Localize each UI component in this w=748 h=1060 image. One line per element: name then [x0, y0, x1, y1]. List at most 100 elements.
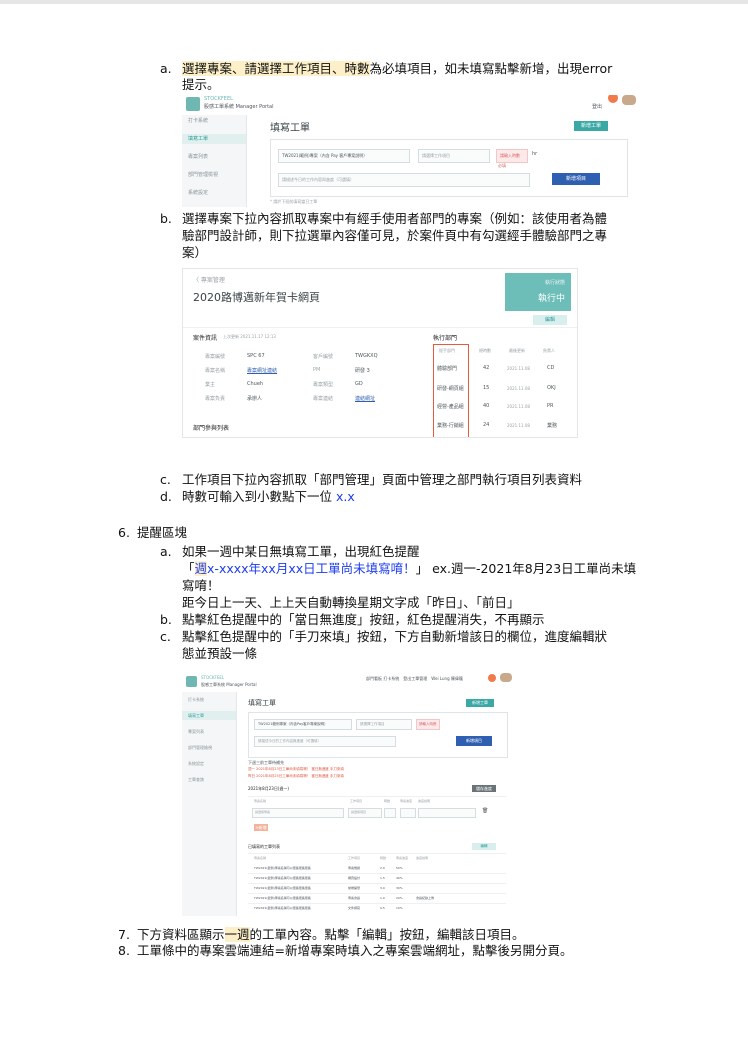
- list-header: 工作項目: [348, 856, 361, 860]
- sidebar-item-punch[interactable]: 打卡系統: [188, 696, 204, 704]
- sidebar-item-settings[interactable]: 系統設定: [188, 760, 204, 768]
- add-row-chip[interactable]: +新增: [254, 824, 268, 831]
- info-label: 業主: [205, 382, 216, 388]
- list-header: 進度說明: [416, 856, 429, 860]
- sidebar-item-fill[interactable]: 填寫工單: [188, 135, 208, 143]
- s6a-marker: a.: [160, 544, 172, 559]
- brand-en: STOCKFEEL: [204, 96, 233, 102]
- table-cell: 2.0: [380, 866, 385, 870]
- back-link[interactable]: 〈 專案管理: [193, 275, 225, 284]
- exec-dept: 研發-網頁組: [437, 386, 464, 392]
- date-title: 2021年8月23日(週一): [248, 786, 289, 791]
- form-header: 時數: [384, 799, 391, 803]
- item-c-marker: c.: [160, 472, 171, 487]
- table-cell: TW2021(範例)專案名稱可以很長很長很長: [254, 876, 311, 880]
- s6c-line2: 態並預設一條: [182, 646, 258, 661]
- section6-title: 提醒區塊: [137, 525, 188, 540]
- sidebar-item-fill[interactable]: 填寫工單: [188, 712, 204, 720]
- list-edit-button[interactable]: 編輯: [472, 843, 496, 850]
- top-links[interactable]: 部門看板 打卡系統 登出工單管理 Wei Lung 陳偉龍: [366, 676, 463, 682]
- exec-header: 最後更新: [509, 348, 525, 353]
- exec-date: 2021.11.08: [507, 386, 530, 391]
- reminder-title: 下週三前工單待補充: [248, 760, 284, 765]
- reminder-2[interactable]: 昨日 2021年8月25日工單尚未填寫唷！ 當日無進度 手刀來填: [248, 774, 344, 779]
- table-cell: 40%: [396, 876, 403, 880]
- form-project-select[interactable]: 請選擇專案: [252, 808, 344, 818]
- form-note-input[interactable]: [418, 808, 476, 818]
- exec-dept: 體驗部門: [437, 366, 458, 372]
- table-cell: TW2021(範例)專案名稱可以很長很長很長: [254, 886, 311, 890]
- table-cell: 專案會議: [348, 896, 361, 900]
- new-order-button[interactable]: 新增工單: [574, 121, 608, 131]
- item8-marker: 8.: [118, 943, 130, 958]
- exec-hours: 24: [483, 422, 490, 428]
- project-select[interactable]: TW2021(範例)專案（內含 Pay 客戶專案說明）: [278, 149, 410, 163]
- item-b-line2: 驗部門設計師，則下拉選單內容僅可見，於案件頁中有勾選經手體驗部門之專: [182, 228, 608, 243]
- exec-header: 總時數: [479, 348, 491, 353]
- table-cell: TW2021(範例)專案名稱可以很長很長很長: [254, 906, 311, 910]
- reminder-1[interactable]: 週一 2021年8月23日工單尚未填寫唷！ 當日無進度 手刀來填: [248, 767, 344, 772]
- info-link[interactable]: 專案網址連結: [247, 367, 277, 374]
- avatar[interactable]: [608, 95, 618, 103]
- error-hint: 必填: [498, 163, 506, 168]
- exec-person: CD: [547, 365, 555, 371]
- sidebar-item-dept[interactable]: 部門管理檢視: [188, 171, 218, 179]
- hours-input[interactable]: 請輸入時數: [496, 149, 528, 163]
- item7-text: 下方資料區顯示一週的工單內容。點擊「編輯」按鈕，編輯該日項目。: [137, 927, 525, 942]
- item-d-marker: d.: [160, 489, 172, 504]
- sidebar-item-dept[interactable]: 部門管理檢視: [188, 744, 212, 752]
- bottom-title: 部門參與列表: [193, 425, 230, 432]
- save-progress-button[interactable]: 儲存進度: [472, 785, 496, 792]
- sidebar-item-query[interactable]: 工單查詢: [188, 776, 204, 784]
- logout-link[interactable]: 登出: [592, 103, 602, 110]
- sidebar-item-settings[interactable]: 系統設定: [188, 189, 208, 197]
- item-a-marker: a.: [160, 61, 172, 76]
- form-progress-input[interactable]: [400, 808, 416, 818]
- item-a-line2: 提示。: [182, 77, 220, 92]
- hours-input[interactable]: 請輸入時數: [416, 719, 440, 730]
- exec-person: PR: [547, 403, 554, 409]
- submit-button[interactable]: 新增項目: [552, 173, 600, 185]
- table-cell: 10%: [396, 906, 403, 910]
- note-input[interactable]: 請描述今日的工作內容與進度（可選填）: [254, 736, 396, 747]
- sidebar-item-punch[interactable]: 打卡系統: [188, 117, 208, 125]
- exec-date: 2021.11.08: [507, 366, 530, 371]
- sidebar-item-projects[interactable]: 專案列表: [188, 153, 208, 161]
- brand-en: STOCKFEEL: [201, 675, 225, 680]
- sidebar-item-projects[interactable]: 專案列表: [188, 728, 204, 736]
- info-value: GD: [355, 381, 363, 387]
- list-header: 專案進度: [396, 856, 409, 860]
- s6c-marker: c.: [160, 629, 171, 644]
- mascot-icon: [622, 95, 636, 105]
- info-label: 專案名稱: [205, 368, 226, 374]
- note-input[interactable]: 請描述今日的工作內容與進度（可選填）: [278, 173, 530, 187]
- brand-cn: 股感工單系統 Manager Portal: [201, 682, 257, 687]
- item-a-rest: 為必填項目，如未填寫點擊新增，出現error: [369, 61, 613, 76]
- form-hours-input[interactable]: [384, 808, 396, 818]
- screenshot-fill-form: STOCKFEEL 股感工單系統 Manager Portal 登出 打卡系統 …: [182, 95, 660, 207]
- info-label: 專案連結: [313, 396, 334, 402]
- s6a-line4: 距今日上一天、上上天自動轉換星期文字成「昨日」、「前日」: [182, 595, 520, 610]
- project-select[interactable]: TW2021範例專案（內含Pay客戶專案說明）: [254, 719, 352, 730]
- edit-button[interactable]: 編輯: [533, 315, 567, 325]
- info-label: PM: [313, 367, 321, 373]
- new-order-button[interactable]: 新增工單: [466, 699, 494, 707]
- item-select[interactable]: 請選擇工作項目: [418, 149, 490, 163]
- info-link[interactable]: 連結網址: [355, 395, 375, 402]
- page-title: 填寫工單: [248, 699, 276, 707]
- form-header: 工作項目: [350, 799, 363, 803]
- list-title: 已填寫的工單列表: [248, 844, 280, 849]
- trash-icon[interactable]: 🗑: [482, 808, 488, 814]
- item-select[interactable]: 請選擇工作項目: [356, 719, 412, 730]
- item-b-line1: 選擇專案下拉內容抓取專案中有經手使用者部門的專案（例如：該使用者為體: [182, 211, 608, 226]
- mascot-icon: [500, 673, 512, 682]
- hours-unit: hr: [532, 151, 538, 157]
- table-cell: 30%: [396, 886, 403, 890]
- form-header: 進度說明: [418, 799, 431, 803]
- s6b-marker: b.: [160, 612, 172, 627]
- table-cell: 20%: [396, 896, 403, 900]
- list-header: 時數: [380, 856, 387, 860]
- form-item-select[interactable]: 請選擇項目: [348, 808, 382, 818]
- avatar[interactable]: [488, 674, 496, 682]
- submit-button[interactable]: 新增項目: [456, 736, 492, 746]
